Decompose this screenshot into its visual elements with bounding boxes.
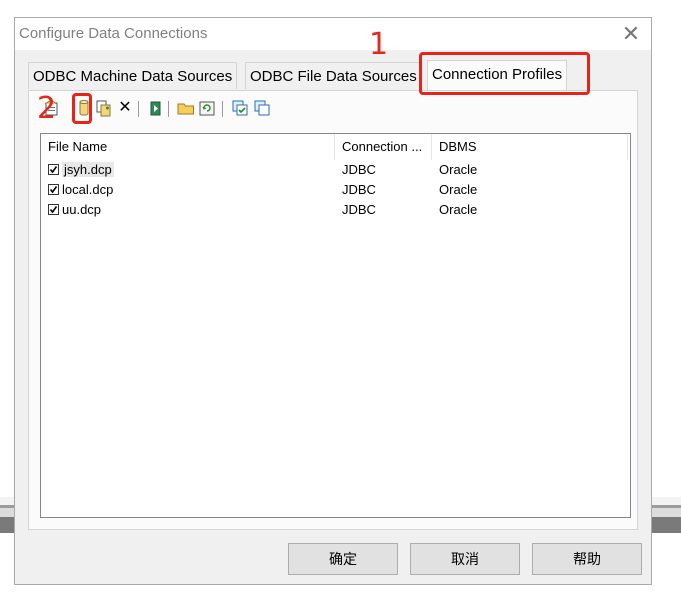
dbms: Oracle — [439, 182, 478, 197]
dialog-title: Configure Data Connections — [19, 25, 208, 42]
list-header: File Name Connection ... DBMS — [41, 134, 630, 160]
uncheck-all-icon[interactable] — [253, 99, 271, 117]
dbms: Oracle — [439, 202, 478, 217]
profile-list: File Name Connection ... DBMS jsyh.dcp J… — [40, 133, 631, 518]
toolbar-separator — [222, 101, 223, 117]
test-connection-icon[interactable] — [147, 99, 165, 117]
toolbar-separator — [138, 101, 139, 117]
column-header-dbms[interactable]: DBMS — [432, 134, 628, 160]
table-row[interactable]: uu.dcp JDBC Oracle — [41, 200, 630, 220]
ok-button[interactable]: 确定 — [288, 543, 398, 575]
check-all-icon[interactable] — [231, 99, 249, 117]
refresh-folder-icon[interactable] — [198, 99, 216, 117]
file-name: uu.dcp — [62, 202, 102, 217]
file-name: jsyh.dcp — [62, 162, 114, 177]
table-row[interactable]: jsyh.dcp JDBC Oracle — [41, 160, 630, 180]
open-folder-icon[interactable] — [177, 99, 195, 117]
connection-profiles-panel: ✕ File Name Connection ... DBMS jsyh.dcp… — [28, 90, 638, 530]
connection-type: JDBC — [342, 182, 376, 197]
title-bar: Configure Data Connections ✕ — [15, 18, 651, 50]
annotation-number-1: 1 — [369, 27, 389, 62]
row-checkbox[interactable] — [48, 164, 59, 175]
tab-odbc-machine-data-sources[interactable]: ODBC Machine Data Sources — [28, 62, 238, 89]
close-icon[interactable]: ✕ — [617, 20, 645, 48]
copy-profile-icon[interactable] — [95, 99, 113, 117]
connection-type: JDBC — [342, 202, 376, 217]
table-row[interactable]: local.dcp JDBC Oracle — [41, 180, 630, 200]
file-name: local.dcp — [62, 182, 114, 197]
help-button[interactable]: 帮助 — [532, 543, 642, 575]
cancel-button[interactable]: 取消 — [410, 543, 520, 575]
tab-odbc-file-data-sources[interactable]: ODBC File Data Sources — [245, 62, 422, 89]
configure-data-connections-dialog: Configure Data Connections ✕ ODBC Machin… — [14, 17, 652, 585]
annotation-highlight-tab — [419, 52, 590, 95]
column-header-file-name[interactable]: File Name — [41, 134, 335, 160]
toolbar-separator — [168, 101, 169, 117]
delete-icon[interactable]: ✕ — [116, 99, 134, 117]
dbms: Oracle — [439, 162, 478, 177]
connection-type: JDBC — [342, 162, 376, 177]
row-checkbox[interactable] — [48, 184, 59, 195]
annotation-number-2: 2 — [37, 91, 57, 126]
column-header-connection[interactable]: Connection ... — [335, 134, 432, 160]
annotation-highlight-button — [72, 93, 92, 124]
row-checkbox[interactable] — [48, 204, 59, 215]
